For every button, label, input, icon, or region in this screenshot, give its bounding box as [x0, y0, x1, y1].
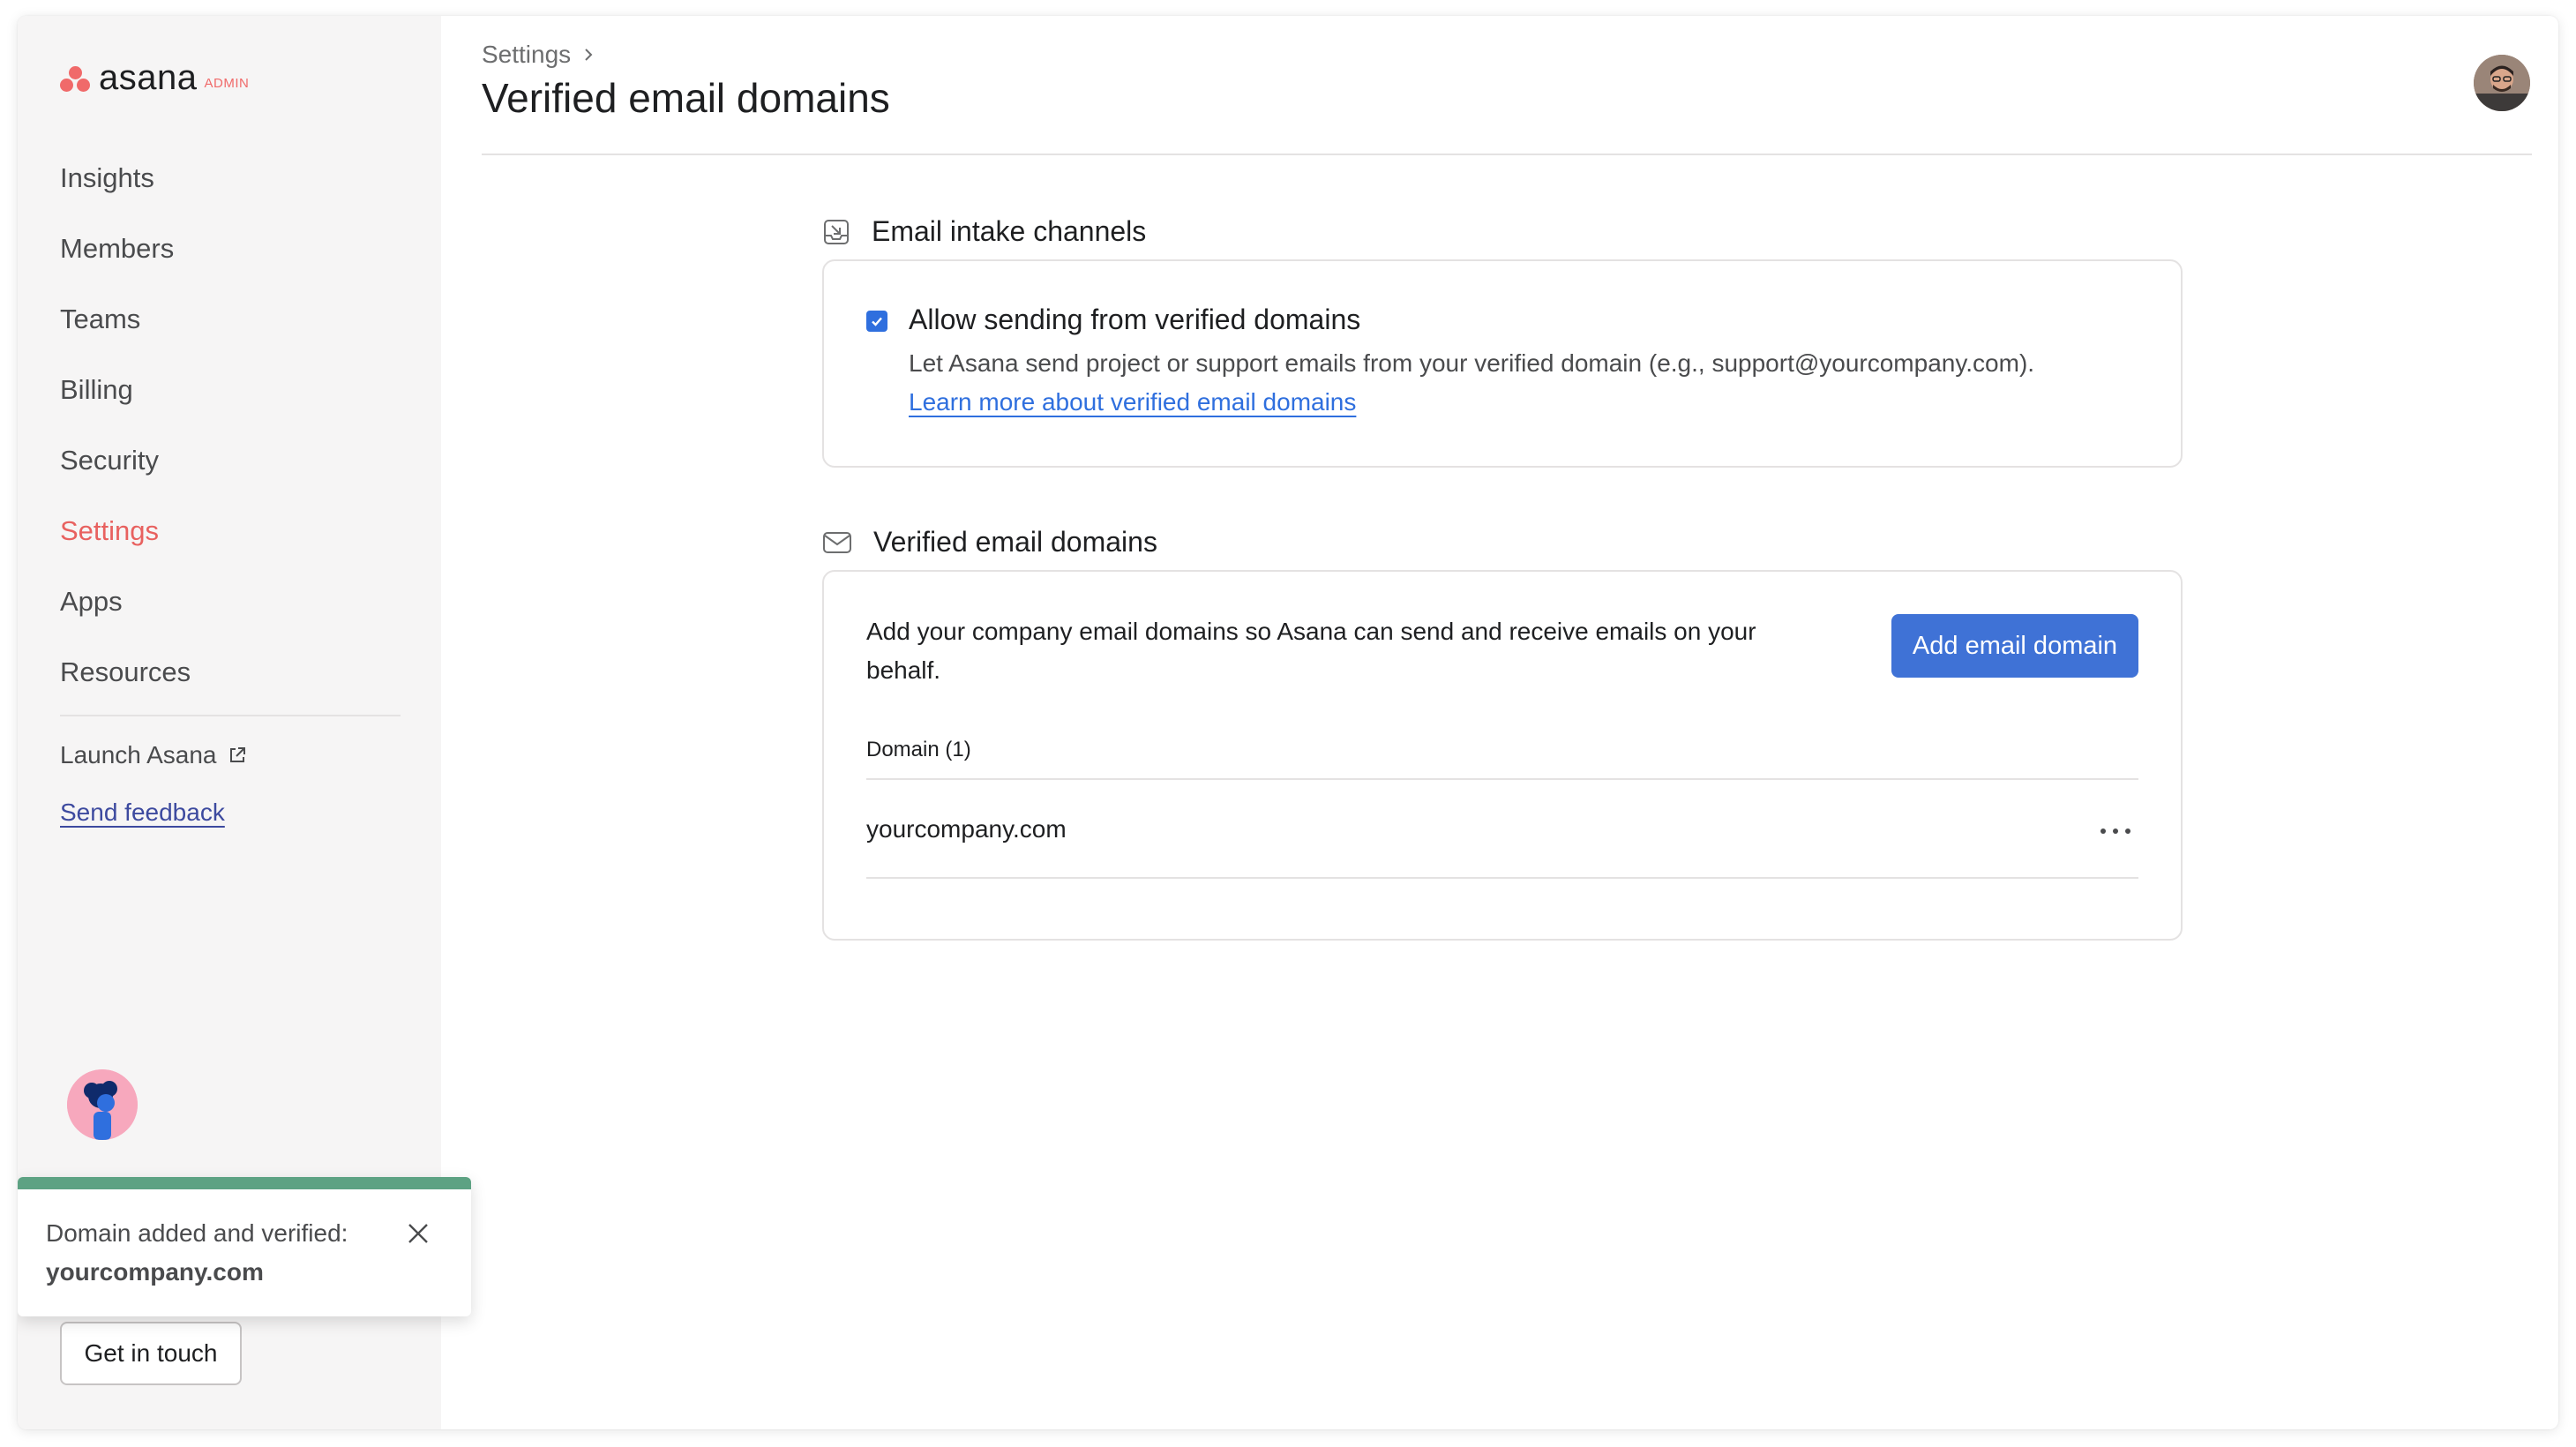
chevron-right-icon: [585, 49, 593, 61]
launch-asana-label: Launch Asana: [60, 741, 217, 768]
table-divider: [866, 877, 2138, 879]
asana-logo-icon: [60, 64, 92, 93]
close-icon[interactable]: [402, 1218, 434, 1249]
launch-asana-link[interactable]: Launch Asana: [60, 741, 247, 769]
allow-sending-checkbox[interactable]: [866, 311, 887, 332]
toast-status-bar: [18, 1177, 471, 1189]
external-link-icon: [229, 747, 245, 762]
verified-domains-header: Verified email domains: [822, 526, 1157, 559]
breadcrumb-settings[interactable]: Settings: [482, 41, 571, 69]
sidebar-item-members[interactable]: Members: [60, 226, 399, 296]
illustration-avatar: [67, 1069, 138, 1140]
success-toast: Domain added and verified: yourcompany.c…: [18, 1177, 471, 1316]
sidebar-item-teams[interactable]: Teams: [60, 296, 399, 367]
sidebar-item-settings[interactable]: Settings: [60, 508, 399, 579]
app-window: asana ADMIN Insights Members Teams Billi…: [18, 16, 2558, 1429]
sidebar-item-billing[interactable]: Billing: [60, 367, 399, 438]
verified-domains-heading: Verified email domains: [873, 526, 1157, 558]
sidebar-item-security[interactable]: Security: [60, 438, 399, 508]
main-content: Settings Verified email domains Email in…: [441, 16, 2558, 1429]
envelope-icon: [823, 531, 851, 553]
user-avatar[interactable]: [2474, 55, 2530, 111]
send-feedback-link[interactable]: Send feedback: [60, 798, 225, 827]
breadcrumb[interactable]: Settings: [482, 41, 594, 69]
sidebar-nav: Insights Members Teams Billing Security …: [60, 155, 399, 720]
email-intake-header: Email intake channels: [822, 215, 1146, 248]
domains-card: Add your company email domains so Asana …: [822, 570, 2183, 941]
allow-sending-title: Allow sending from verified domains: [909, 304, 1361, 335]
admin-badge: ADMIN: [204, 76, 250, 91]
brand-name: asana: [99, 58, 198, 97]
add-email-domain-button[interactable]: Add email domain: [1891, 614, 2138, 678]
more-options-icon[interactable]: [2093, 817, 2138, 845]
table-row-domain: yourcompany.com: [866, 815, 1067, 843]
toast-message: Domain added and verified:: [46, 1219, 348, 1247]
table-divider: [866, 778, 2138, 780]
sidebar-divider: [60, 715, 401, 716]
sidebar-item-apps[interactable]: Apps: [60, 579, 399, 649]
header-divider: [482, 154, 2532, 155]
domain-column-header: Domain (1): [866, 738, 971, 761]
learn-more-link[interactable]: Learn more about verified email domains: [909, 388, 1356, 416]
domains-description: Add your company email domains so Asana …: [866, 618, 1756, 684]
page-title: Verified email domains: [482, 75, 890, 121]
sidebar-item-insights[interactable]: Insights: [60, 155, 399, 226]
check-icon: [872, 317, 882, 326]
email-intake-heading: Email intake channels: [872, 215, 1147, 247]
get-in-touch-button[interactable]: Get in touch: [60, 1322, 242, 1385]
asana-logo[interactable]: asana ADMIN: [60, 58, 249, 98]
inbox-arrow-icon: [824, 219, 849, 244]
intake-card: Allow sending from verified domains Let …: [822, 259, 2183, 468]
allow-sending-description: Let Asana send project or support emails…: [909, 349, 2035, 377]
toast-domain: yourcompany.com: [46, 1258, 264, 1286]
sidebar-item-resources[interactable]: Resources: [60, 649, 399, 720]
